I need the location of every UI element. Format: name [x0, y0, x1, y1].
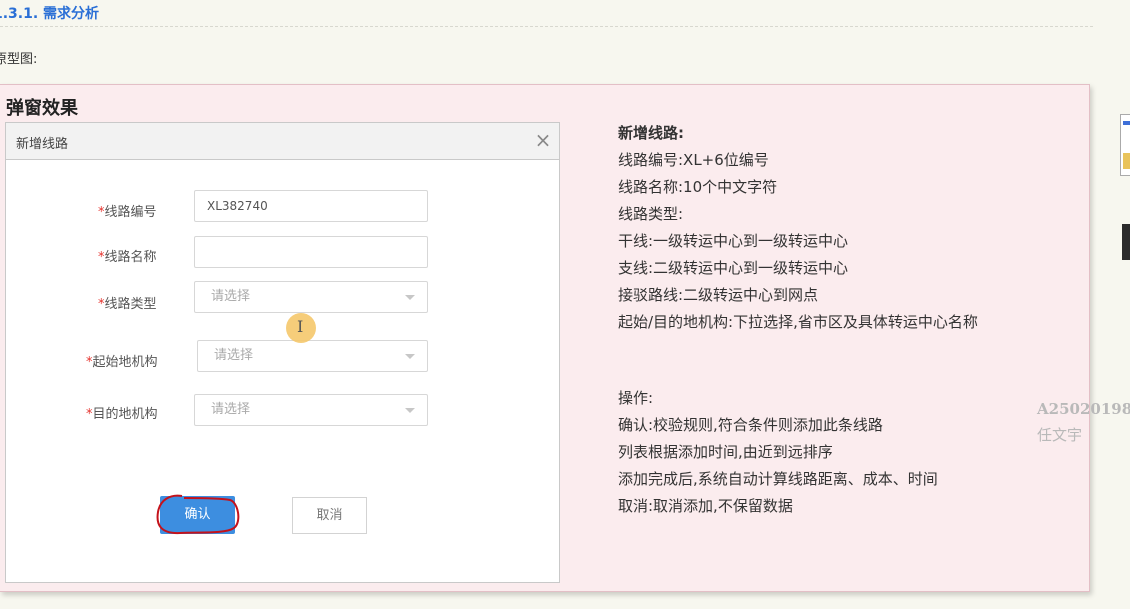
desc-line: 起始/目的地机构:下拉选择,省市区及具体转运中心名称 — [618, 313, 978, 331]
destination-select[interactable]: 请选择 — [194, 394, 428, 426]
desc-line: 线路名称:10个中文字符 — [618, 178, 778, 196]
desc-line: 接驳路线:二级转运中心到网点 — [618, 286, 819, 304]
route-type-label: *线路类型 — [98, 297, 157, 312]
text-cursor-icon: I — [297, 317, 304, 336]
ops-line: 取消:取消添加,不保留数据 — [618, 497, 793, 515]
origin-label: *起始地机构 — [86, 355, 158, 370]
confirm-button[interactable]: 确认 — [160, 496, 235, 534]
desc-line: 线路类型: — [618, 205, 684, 223]
watermark-id: A25020198 — [1037, 400, 1130, 418]
ops-line: 列表根据添加时间,由近到远排序 — [618, 443, 833, 461]
side-panel-tab[interactable] — [1122, 224, 1130, 260]
route-type-select[interactable]: 请选择 — [194, 281, 428, 313]
desc-line: 支线:二级转运中心到一级转运中心 — [618, 259, 849, 277]
cancel-button[interactable]: 取消 — [292, 497, 367, 534]
dialog-header: 新增线路 × — [6, 123, 559, 160]
destination-label: *目的地机构 — [86, 407, 158, 422]
route-no-label: *线路编号 — [98, 205, 157, 220]
chevron-down-icon — [405, 408, 415, 413]
ops-line: 确认:校验规则,符合条件则添加此条线路 — [618, 416, 883, 434]
route-no-input[interactable]: XL382740 — [194, 190, 428, 222]
route-name-input[interactable] — [194, 236, 428, 268]
prototype-label: 原型图: — [0, 52, 38, 67]
route-type-placeholder: 请选择 — [211, 289, 251, 304]
close-icon[interactable]: × — [533, 128, 553, 152]
origin-select[interactable]: 请选择 — [197, 340, 428, 372]
section-heading: 1.3.1. 需求分析 — [0, 2, 1093, 27]
side-thumbnail[interactable] — [1120, 114, 1130, 176]
watermark-name: 任文宇 — [1037, 426, 1083, 444]
ops-title: 操作: — [618, 389, 654, 407]
ops-line: 添加完成后,系统自动计算线路距离、成本、时间 — [618, 470, 938, 488]
chevron-down-icon — [405, 354, 415, 359]
route-name-label: *线路名称 — [98, 250, 157, 265]
desc-title: 新增线路: — [618, 124, 684, 142]
dialog-title: 新增线路 — [16, 137, 69, 152]
origin-placeholder: 请选择 — [214, 348, 254, 363]
chevron-down-icon — [405, 295, 415, 300]
desc-line: 干线:一级转运中心到一级转运中心 — [618, 232, 849, 250]
prototype-title: 弹窗效果 — [6, 98, 78, 119]
desc-line: 线路编号:XL+6位编号 — [618, 151, 769, 169]
destination-placeholder: 请选择 — [211, 402, 251, 417]
